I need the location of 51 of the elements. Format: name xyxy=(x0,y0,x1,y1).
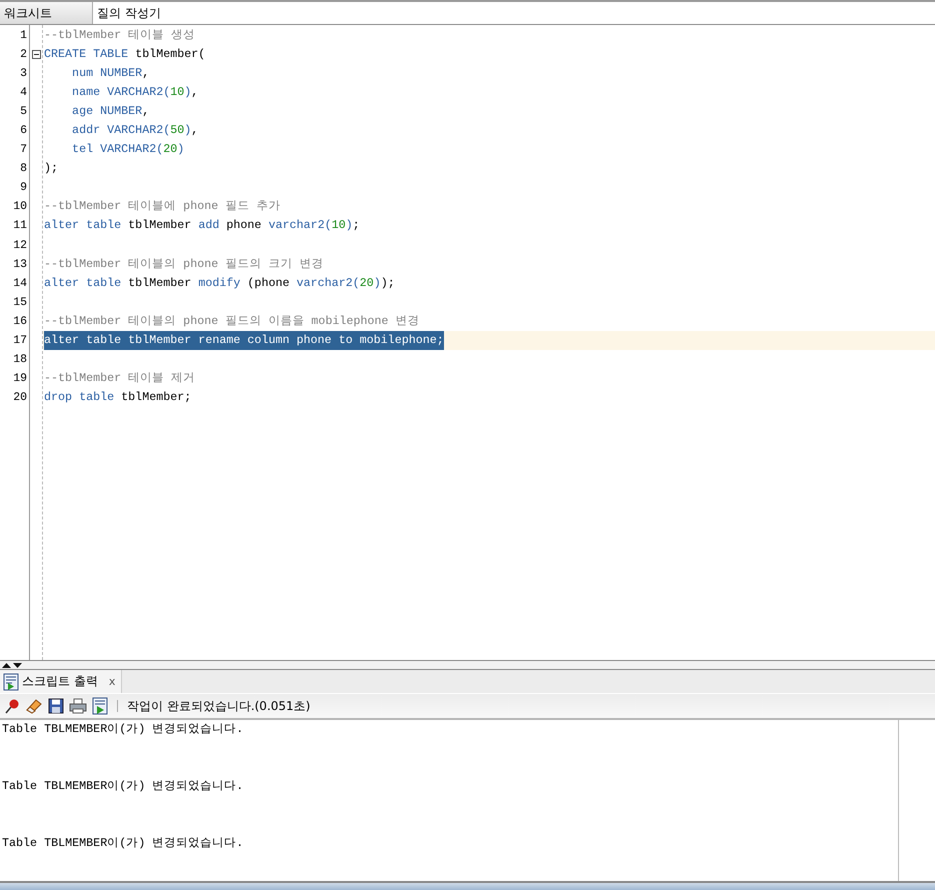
code-line: ); xyxy=(44,160,58,178)
script-run-icon[interactable] xyxy=(92,697,108,715)
code-line: alter table tblMember modify (phone varchar2(20)); xyxy=(44,274,395,292)
split-arrows-icon[interactable] xyxy=(1,662,23,669)
line-number: 13 xyxy=(12,256,28,273)
code-line: num NUMBER, xyxy=(71,65,150,82)
code-line: --tblMember 테이블의 phone 필드의 이름을 mobilephone 변경 xyxy=(44,312,420,330)
line-number: 12 xyxy=(12,238,28,254)
output-line: Table TBLMEMBER이(가) 변경되었습니다. xyxy=(2,835,244,852)
output-line: Table TBLMEMBER이(가) 변경되었습니다. xyxy=(2,778,244,795)
line-number: 14 xyxy=(12,276,28,292)
line-number: 6 xyxy=(19,123,28,140)
collapse-icon[interactable] xyxy=(32,50,40,60)
pin-icon[interactable] xyxy=(4,698,20,714)
code-line: name VARCHAR2(10), xyxy=(71,84,198,102)
line-number: 11 xyxy=(12,218,28,234)
editor-tab[interactable]: 워크시트 xyxy=(0,2,93,24)
status-message: 작업이 완료되었습니다.(0.051초) xyxy=(127,698,310,714)
editor-tab[interactable]: 질의 작성기 xyxy=(93,2,183,24)
code-line: addr VARCHAR2(50), xyxy=(71,122,198,140)
code-line: alter table tblMember add phone varchar2(10); xyxy=(44,217,360,234)
code-line: --tblMember 테이블의 phone 필드의 크기 변경 xyxy=(44,256,324,273)
line-number: 7 xyxy=(19,142,28,158)
code-line: --tblMember 테이블 생성 xyxy=(44,27,196,44)
line-number: 10 xyxy=(12,199,28,216)
line-number: 17 xyxy=(12,332,28,349)
script-run-icon xyxy=(3,672,19,690)
line-number: 16 xyxy=(12,314,28,330)
line-number: 9 xyxy=(19,180,28,196)
line-number: 15 xyxy=(12,294,28,311)
print-icon[interactable] xyxy=(69,698,87,714)
code-line: age NUMBER, xyxy=(71,103,150,120)
code-line: tel VARCHAR2(20) xyxy=(71,141,184,158)
line-number: 1 xyxy=(19,28,28,44)
code-line: drop table tblMember; xyxy=(44,388,192,406)
line-number: 20 xyxy=(12,390,28,406)
output-line: Table TBLMEMBER이(가) 변경되었습니다. xyxy=(2,721,244,738)
code-line: --tblMember 테이블 제거 xyxy=(44,370,196,387)
code-line: --tblMember 테이블에 phone 필드 추가 xyxy=(44,198,280,216)
line-number: 5 xyxy=(19,104,28,120)
save-icon[interactable] xyxy=(48,698,64,714)
line-number: 8 xyxy=(19,161,28,178)
eraser-icon[interactable] xyxy=(25,698,43,714)
line-number: 19 xyxy=(12,370,28,387)
code-line: CREATE TABLE tblMember( xyxy=(44,46,206,64)
close-button[interactable]: x xyxy=(108,675,116,688)
output-tab[interactable]: 스크립트 출력 x xyxy=(0,670,122,693)
line-number: 3 xyxy=(19,66,28,82)
line-number: 2 xyxy=(19,47,28,64)
line-number: 18 xyxy=(12,352,28,368)
line-number: 4 xyxy=(19,85,28,102)
